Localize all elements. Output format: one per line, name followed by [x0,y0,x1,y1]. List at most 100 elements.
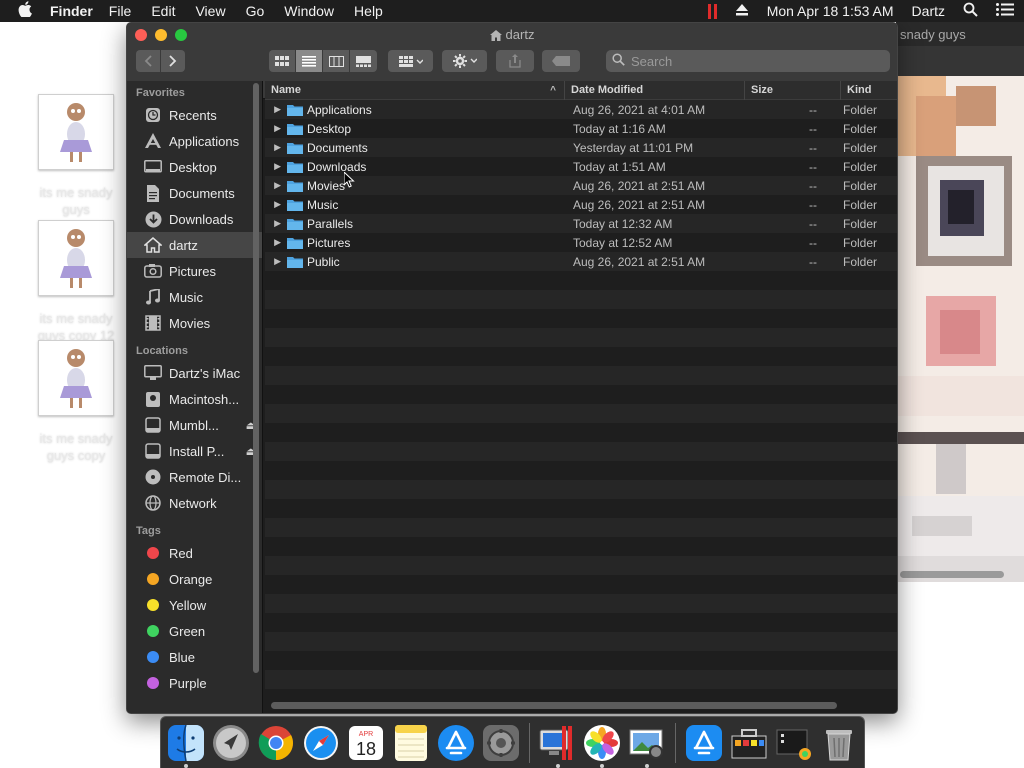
sidebar-item-home[interactable]: dartz [127,232,262,258]
table-row[interactable]: ▶ Applications Aug 26, 2021 at 4:01 AM --… [265,100,897,119]
dock-parallels-desktop[interactable] [538,723,578,768]
disclosure-triangle-icon[interactable]: ▶ [265,218,287,229]
dock-photos[interactable] [582,723,622,768]
menu-file[interactable]: File [109,3,132,19]
horizontal-scrollbar[interactable] [271,702,837,709]
sidebar-tag-yellow[interactable]: Yellow [127,592,262,618]
dock-separator [528,722,530,763]
eject-menu-icon[interactable] [735,3,749,19]
sidebar-tag-purple[interactable]: Purple [127,670,262,696]
list-view-button[interactable] [296,50,323,72]
column-kind-header[interactable]: Kind [841,81,897,100]
back-button[interactable] [136,50,160,72]
table-row[interactable]: ▶ Parallels Today at 12:32 AM -- Folder [265,214,897,233]
menu-edit[interactable]: Edit [151,3,175,19]
sidebar-item-label: Install P... [169,443,225,459]
sidebar-section-locations[interactable]: Locations [127,342,262,360]
search-input[interactable] [631,53,871,69]
disclosure-triangle-icon[interactable]: ▶ [265,123,287,134]
edit-tags-button[interactable] [542,50,580,72]
dock-notes[interactable] [391,723,431,763]
sidebar-item-pictures[interactable]: Pictures [127,258,262,284]
desktop-file-icon[interactable]: its me snady guys [30,94,122,218]
share-button[interactable] [496,50,534,72]
disclosure-triangle-icon[interactable]: ▶ [265,142,287,153]
search-field[interactable] [606,50,890,72]
table-row[interactable]: ▶ Movies Aug 26, 2021 at 2:51 AM -- Folde… [265,176,897,195]
dock-finder[interactable] [166,723,206,768]
disclosure-triangle-icon[interactable]: ▶ [265,180,287,191]
desktop-file-label: its me snady guys copy [39,431,113,463]
user-menu[interactable]: Dartz [912,3,945,19]
sidebar-tag-green[interactable]: Green [127,618,262,644]
table-row[interactable]: ▶ Public Aug 26, 2021 at 2:51 AM -- Folde… [265,252,897,271]
sidebar-item-install[interactable]: Install P... ⏏ [127,438,262,464]
column-view-button[interactable] [323,50,350,72]
menu-window[interactable]: Window [284,3,334,19]
forward-button[interactable] [161,50,185,72]
sidebar-item-documents[interactable]: Documents [127,180,262,206]
table-row[interactable]: ▶ Pictures Today at 12:52 AM -- Folder [265,233,897,252]
app-name-menu[interactable]: Finder [50,3,93,19]
disclosure-triangle-icon[interactable]: ▶ [265,199,287,210]
sidebar-section-favorites[interactable]: Favorites [127,84,262,102]
sidebar-item-movies[interactable]: Movies [127,310,262,336]
folder-icon [287,256,303,268]
sidebar-item-mumbl[interactable]: Mumbl... ⏏ [127,412,262,438]
dock-trash[interactable] [819,723,859,763]
action-gear-button[interactable] [442,50,487,72]
dock-app-store-2[interactable] [684,723,724,763]
sidebar-item-downloads[interactable]: Downloads [127,206,262,232]
desktop-file-icon[interactable]: its me snady guys copy [30,340,122,464]
background-window-scrollbar[interactable] [900,571,1004,578]
column-size-header[interactable]: Size [745,81,841,100]
gallery-view-button[interactable] [350,50,377,72]
sidebar-item-recents[interactable]: Recents [127,102,262,128]
sidebar-section-tags[interactable]: Tags [127,522,262,540]
desktop-file-icon[interactable]: its me snady guys copy 12 [30,220,122,344]
parallels-status-icon[interactable] [707,3,717,19]
sidebar-tag-blue[interactable]: Blue [127,644,262,670]
background-preview-window[interactable]: snady guys [896,22,1024,582]
table-row[interactable]: ▶ Documents Yesterday at 11:01 PM -- Fold… [265,138,897,157]
sidebar-item-label: Dartz's iMac [169,365,241,381]
sidebar-item-label: Purple [169,675,207,691]
group-by-button[interactable] [388,50,433,72]
spotlight-icon[interactable] [963,2,978,20]
sidebar-item-remote-disc[interactable]: Remote Di... [127,464,262,490]
dock-launchpad[interactable] [211,723,251,763]
icon-view-button[interactable] [269,50,296,72]
column-date-header[interactable]: Date Modified [565,81,745,100]
dock-app-store[interactable] [436,723,476,763]
disclosure-triangle-icon[interactable]: ▶ [265,104,287,115]
dock-toolbox[interactable] [729,723,769,763]
sidebar-scrollbar[interactable] [253,83,259,673]
table-row[interactable]: ▶ Music Aug 26, 2021 at 2:51 AM -- Folder [265,195,897,214]
disclosure-triangle-icon[interactable]: ▶ [265,256,287,267]
sidebar-item-music[interactable]: Music [127,284,262,310]
sidebar-item-imac[interactable]: Dartz's iMac [127,360,262,386]
column-name-header[interactable]: Name ^ [265,81,565,100]
dock-safari[interactable] [301,723,341,763]
sidebar-item-applications[interactable]: Applications [127,128,262,154]
menu-view[interactable]: View [195,3,225,19]
notification-center-icon[interactable] [996,3,1014,19]
table-row[interactable]: ▶ Downloads Today at 1:51 AM -- Folder [265,157,897,176]
dock-calendar[interactable]: APR 18 [346,723,386,763]
dock-preview[interactable] [627,723,667,768]
disclosure-triangle-icon[interactable]: ▶ [265,161,287,172]
sidebar-item-desktop[interactable]: Desktop [127,154,262,180]
clock[interactable]: Mon Apr 18 1:53 AM [767,3,894,19]
sidebar-item-network[interactable]: Network [127,490,262,516]
sidebar-item-macintosh-hd[interactable]: Macintosh... [127,386,262,412]
disclosure-triangle-icon[interactable]: ▶ [265,237,287,248]
sidebar-tag-red[interactable]: Red [127,540,262,566]
sidebar-tag-orange[interactable]: Orange [127,566,262,592]
menu-go[interactable]: Go [246,3,265,19]
apple-menu-icon[interactable] [0,1,50,21]
table-row[interactable]: ▶ Desktop Today at 1:16 AM -- Folder [265,119,897,138]
dock-system-preferences[interactable] [481,723,521,763]
menu-help[interactable]: Help [354,3,383,19]
dock-chrome[interactable] [256,723,296,763]
dock-folder-stack[interactable] [774,723,814,763]
